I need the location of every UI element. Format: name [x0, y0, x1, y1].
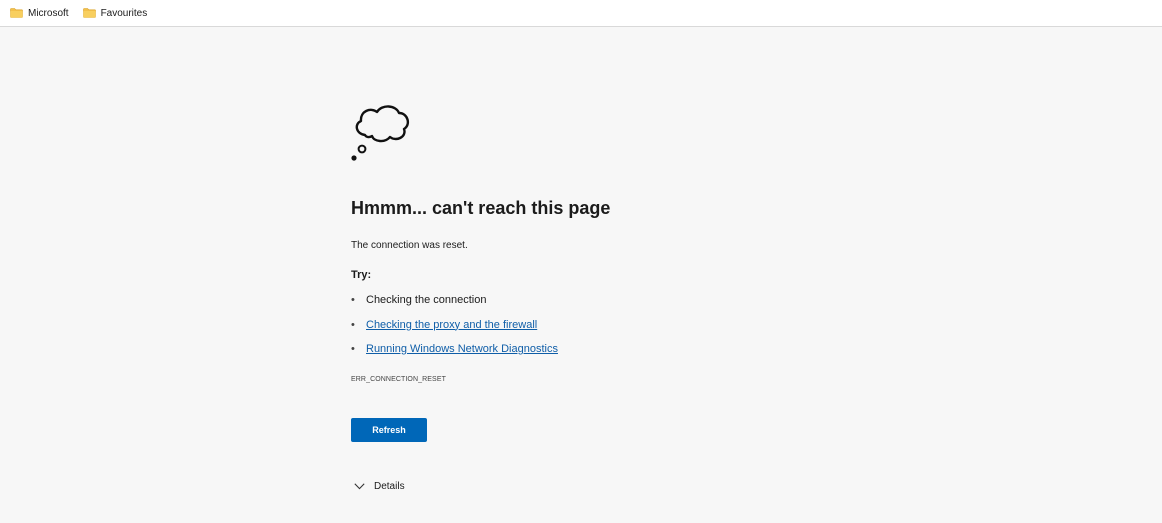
- suggestions-list: • Checking the connection • Checking the…: [351, 294, 558, 368]
- details-toggle[interactable]: Details: [354, 481, 405, 492]
- list-item: • Running Windows Network Diagnostics: [351, 343, 558, 368]
- folder-icon: [82, 8, 96, 18]
- error-description: The connection was reset.: [351, 240, 468, 251]
- folder-icon: [10, 8, 23, 18]
- favorite-folder-microsoft[interactable]: Microsoft: [6, 2, 73, 24]
- favorite-label: Microsoft: [28, 7, 69, 19]
- chevron-down-icon: [354, 483, 365, 490]
- network-diagnostics-link[interactable]: Running Windows Network Diagnostics: [366, 343, 558, 355]
- page-title: Hmmm... can't reach this page: [351, 198, 611, 218]
- error-code: ERR_CONNECTION_RESET: [351, 376, 446, 383]
- bullet: •: [351, 294, 355, 306]
- refresh-button[interactable]: Refresh: [351, 418, 427, 442]
- bullet: •: [351, 318, 355, 331]
- list-item: • Checking the connection: [351, 294, 558, 319]
- suggestion-check-connection: Checking the connection: [366, 294, 487, 306]
- favorites-bar: Microsoft Favourites: [0, 0, 1162, 27]
- list-item: • Checking the proxy and the firewall: [351, 319, 558, 344]
- favorite-label: Favourites: [100, 7, 148, 19]
- favorite-folder-favourites[interactable]: Favourites: [79, 2, 152, 24]
- thought-cloud-icon: [351, 105, 410, 161]
- try-heading: Try:: [351, 269, 372, 281]
- bullet: •: [351, 343, 355, 355]
- details-label: Details: [374, 481, 405, 492]
- proxy-firewall-link[interactable]: Checking the proxy and the firewall: [366, 319, 537, 331]
